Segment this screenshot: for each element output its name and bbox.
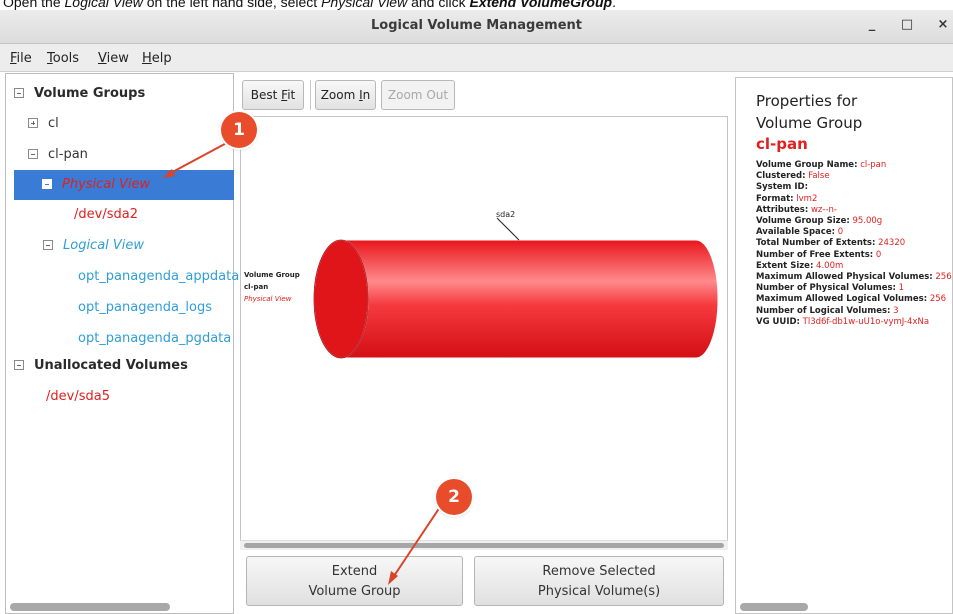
callout-2-arrow bbox=[391, 506, 441, 580]
callout-2: 2 bbox=[436, 479, 472, 515]
callout-1: 1 bbox=[221, 112, 257, 148]
annotation-layer bbox=[162, 138, 441, 585]
callout-1-arrow bbox=[166, 138, 235, 176]
screenshot-root: Open the Logical View on the left hand s… bbox=[0, 0, 953, 614]
callout-1-arrowhead bbox=[162, 169, 175, 178]
